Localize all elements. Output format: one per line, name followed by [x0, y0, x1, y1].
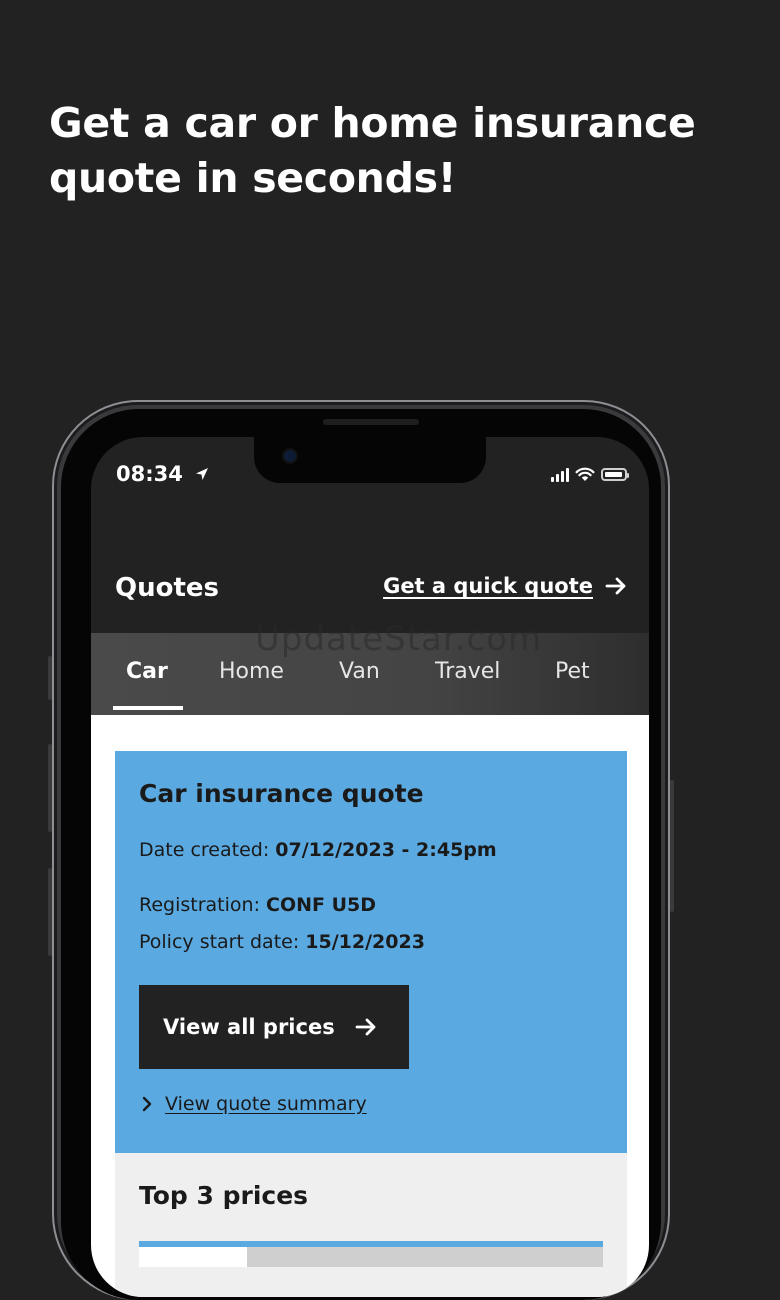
insurance-type-tabs: UpdateStar.com Car Home Van Travel Pet — [91, 619, 649, 715]
view-quote-summary-label: View quote summary — [165, 1093, 367, 1115]
top-prices-section: Top 3 prices — [115, 1153, 627, 1297]
promo-headline: Get a car or home insurance quote in sec… — [49, 99, 696, 202]
quick-quote-label: Get a quick quote — [383, 574, 593, 598]
power-button — [670, 780, 674, 912]
view-quote-summary-link[interactable]: View quote summary — [141, 1093, 367, 1115]
main-content: Car insurance quote Date created: 07/12/… — [91, 715, 649, 1297]
wifi-icon — [575, 467, 595, 481]
volume-up-button — [48, 744, 52, 832]
cellular-signal-icon — [551, 467, 569, 482]
phone-bezel: 08:34 Quotes Get a quick quote UpdateSta… — [61, 409, 661, 1300]
policy-start-value: 15/12/2023 — [305, 931, 425, 953]
arrow-right-icon — [355, 1018, 376, 1036]
registration-label: Registration: — [139, 894, 260, 916]
top-prices-title: Top 3 prices — [139, 1181, 309, 1210]
earpiece-speaker — [323, 419, 419, 425]
policy-start-label: Policy start date: — [139, 931, 300, 953]
tab-pet[interactable]: Pet — [555, 659, 590, 684]
quote-card-title: Car insurance quote — [139, 779, 424, 808]
active-tab-indicator — [113, 706, 183, 710]
battery-icon — [601, 468, 629, 481]
tab-car[interactable]: Car — [126, 659, 168, 684]
date-created-value: 07/12/2023 - 2:45pm — [275, 839, 497, 861]
status-time: 08:34 — [116, 462, 210, 486]
date-created-label: Date created: — [139, 839, 270, 861]
location-arrow-icon — [196, 468, 209, 480]
policy-start-row: Policy start date: 15/12/2023 — [139, 931, 425, 953]
front-camera — [284, 450, 296, 462]
page-title: Quotes — [115, 573, 220, 603]
phone-frame: 08:34 Quotes Get a quick quote UpdateSta… — [48, 400, 674, 1300]
chevron-right-icon — [142, 1096, 152, 1112]
registration-value: CONF U5D — [266, 894, 377, 916]
notch — [254, 437, 486, 483]
tab-travel[interactable]: Travel — [435, 659, 500, 684]
tab-home[interactable]: Home — [219, 659, 284, 684]
volume-down-button — [48, 868, 52, 956]
quote-card: Car insurance quote Date created: 07/12/… — [115, 751, 627, 1153]
status-icons — [551, 467, 629, 482]
registration-row: Registration: CONF U5D — [139, 894, 376, 916]
view-all-prices-label: View all prices — [163, 1015, 335, 1039]
quick-quote-link[interactable]: Get a quick quote — [383, 574, 627, 598]
mute-switch — [48, 656, 52, 700]
watermark: UpdateStar.com — [255, 619, 543, 659]
status-time-text: 08:34 — [116, 462, 183, 486]
date-created-row: Date created: 07/12/2023 - 2:45pm — [139, 839, 497, 861]
tab-van[interactable]: Van — [339, 659, 380, 684]
view-all-prices-button[interactable]: View all prices — [139, 985, 409, 1069]
top-prices-tab-strip — [139, 1247, 603, 1267]
arrow-right-icon — [605, 577, 626, 595]
phone-screen: 08:34 Quotes Get a quick quote UpdateSta… — [91, 437, 649, 1297]
